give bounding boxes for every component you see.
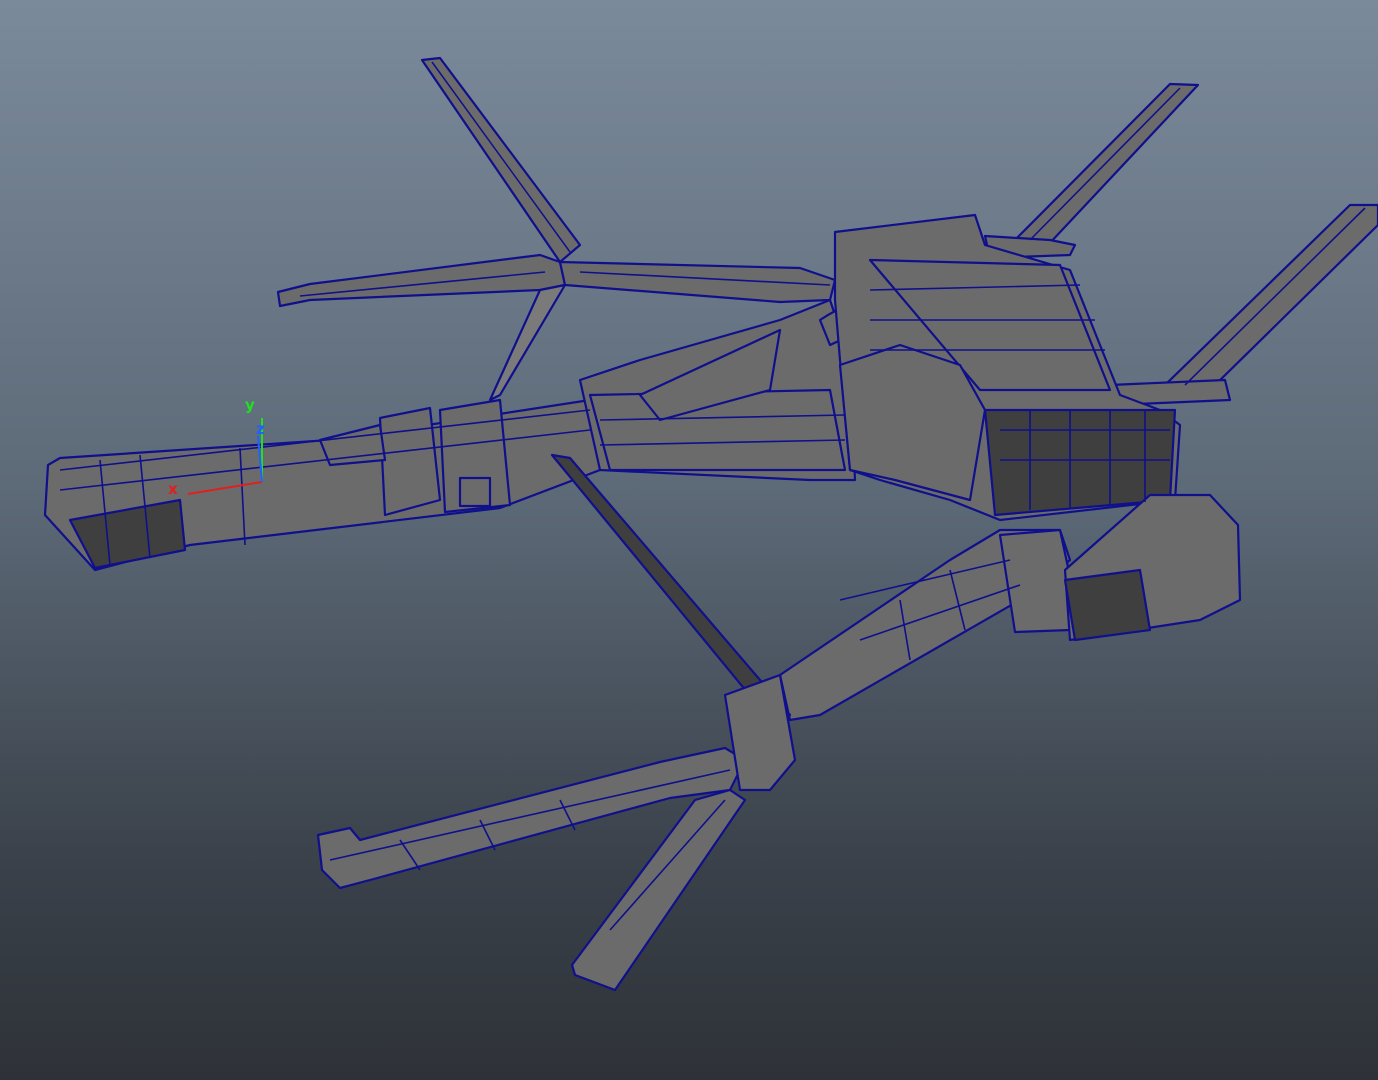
upper-right-fin-1[interactable] [1013, 82, 1200, 247]
y-axis-label: y [245, 396, 255, 414]
x-axis-label: x [168, 480, 178, 498]
3d-viewport[interactable]: x y z [0, 0, 1378, 1080]
lower-fin-rear[interactable] [570, 788, 747, 992]
upper-left-fin[interactable] [420, 56, 582, 264]
upper-right-fin-2[interactable] [1163, 203, 1378, 387]
lower-fin-front[interactable] [550, 453, 792, 722]
z-axis-label: z [256, 420, 265, 438]
upper-left-arm[interactable] [276, 253, 567, 308]
viewport-scene[interactable]: x y z [0, 0, 1378, 1080]
spaceship-model[interactable] [43, 56, 1378, 992]
